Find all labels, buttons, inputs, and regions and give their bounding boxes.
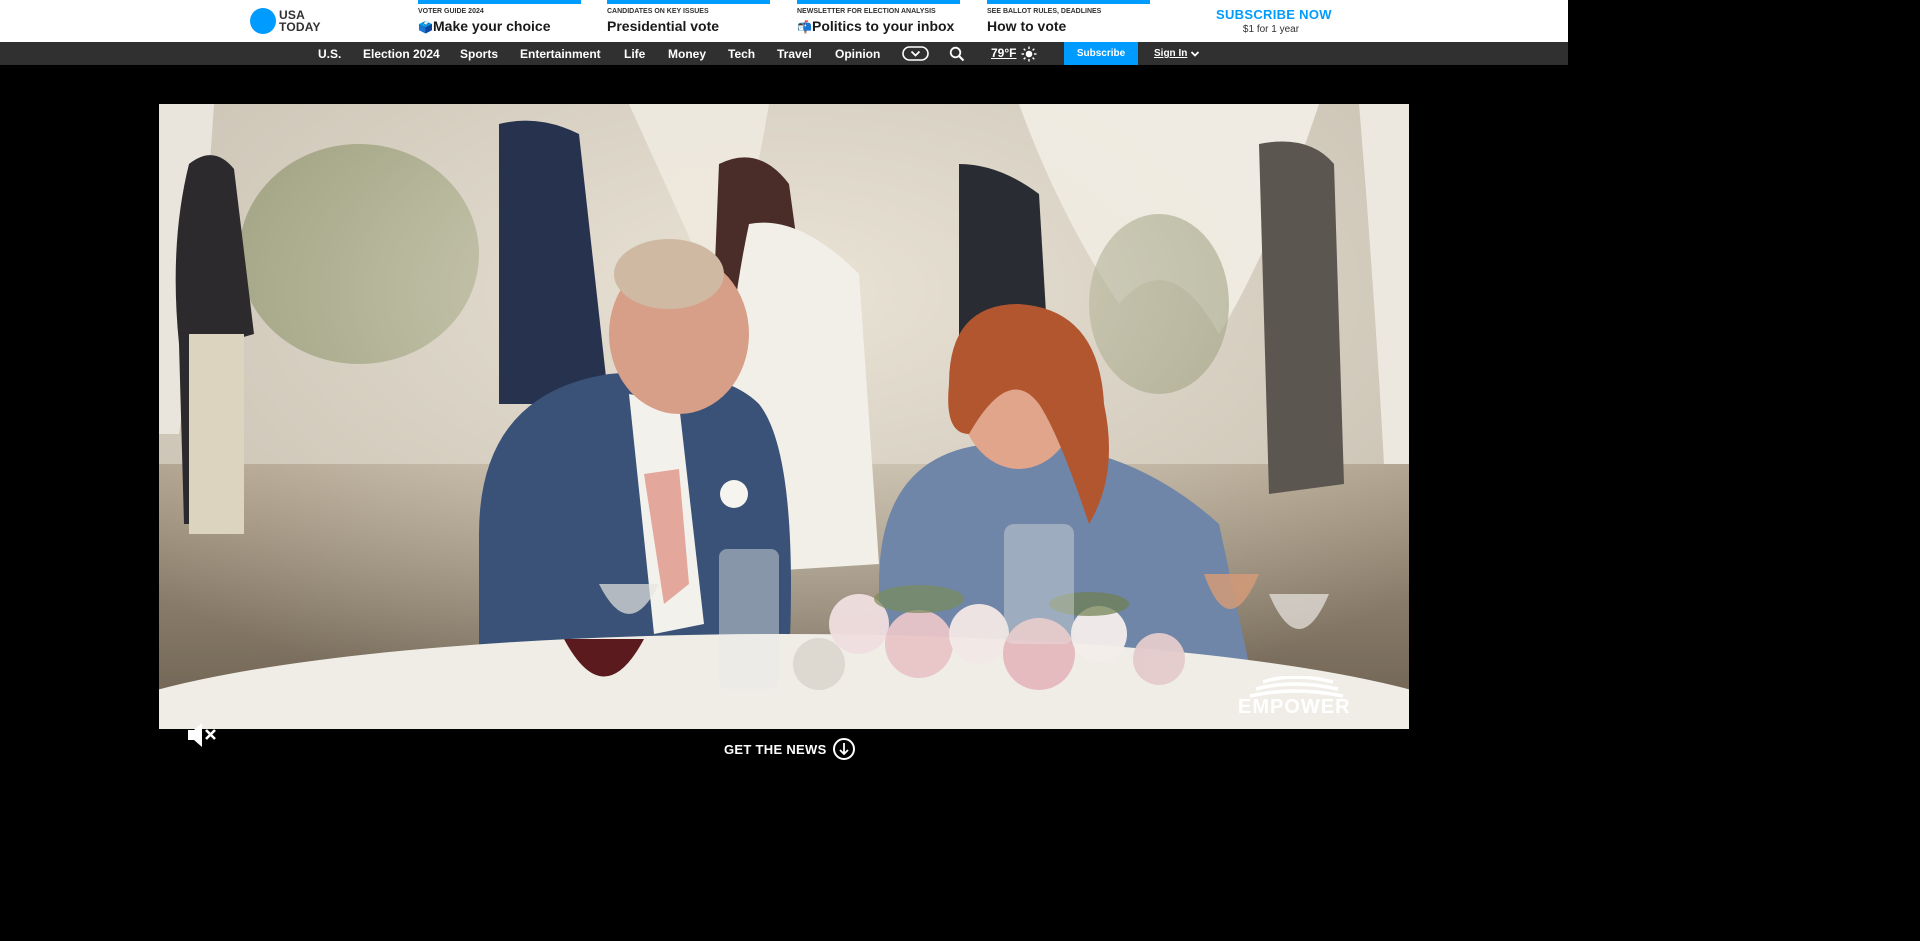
nav-item-sports[interactable]: Sports [460,47,498,61]
promo-headline: Politics to your inbox [812,18,955,34]
video-player[interactable] [159,104,1409,729]
promo-headline: Make your choice [433,18,551,34]
video-frame-illustration [159,104,1409,729]
sign-in-link[interactable]: Sign In [1154,48,1187,59]
promo-kicker: CANDIDATES ON KEY ISSUES [607,8,709,15]
sun-icon [1021,46,1037,62]
promo-how-to-vote[interactable]: SEE BALLOT RULES, DEADLINES How to vote [987,0,1150,42]
top-promo-bar: USA TODAY VOTER GUIDE 2024 🗳️Make your c… [0,0,1568,42]
get-the-news-button[interactable]: GET THE NEWS [724,738,855,760]
chevron-down-icon[interactable] [1190,50,1200,58]
logo-line-2: TODAY [279,20,321,34]
subscribe-now-link[interactable]: SUBSCRIBE NOW $1 for 1 year [1216,7,1332,35]
logo-dot-icon [250,8,276,34]
promo-accent-bar [418,0,581,4]
promo-kicker: VOTER GUIDE 2024 [418,8,484,15]
promo-accent-bar [987,0,1150,4]
nav-item-election-2024[interactable]: Election 2024 [363,47,440,61]
promo-newsletter[interactable]: NEWSLETTER FOR ELECTION ANALYSIS 📬Politi… [797,0,960,42]
more-sections-icon[interactable] [902,46,929,61]
promo-kicker: NEWSLETTER FOR ELECTION ANALYSIS [797,8,936,15]
promo-accent-bar [797,0,960,4]
advertiser-logo: EMPOWER [1238,675,1350,718]
nav-item-tech[interactable]: Tech [728,47,755,61]
weather-temperature[interactable]: 79°F [991,46,1016,60]
promo-accent-bar [607,0,770,4]
main-nav: U.S. Election 2024 Sports Entertainment … [0,42,1568,65]
nav-item-us[interactable]: U.S. [318,47,341,61]
nav-item-travel[interactable]: Travel [777,47,812,61]
subscribe-now-subtitle: $1 for 1 year [1242,24,1300,35]
subscribe-now-title: SUBSCRIBE NOW [1216,7,1332,22]
nav-item-life[interactable]: Life [624,47,645,61]
mailbox-icon: 📬 [797,20,812,34]
advertiser-logo-text: EMPOWER [1238,696,1351,718]
arrow-down-circle-icon [832,738,855,760]
promo-headline: How to vote [987,18,1067,34]
nav-item-entertainment[interactable]: Entertainment [520,47,601,61]
promo-headline: Presidential vote [607,18,720,34]
usa-today-logo[interactable]: USA TODAY [250,8,321,34]
get-the-news-label: GET THE NEWS [724,741,827,757]
search-icon[interactable] [949,46,965,62]
ballot-box-icon: 🗳️ [418,20,433,34]
nav-item-opinion[interactable]: Opinion [835,47,880,61]
speaker-muted-icon[interactable] [186,720,218,750]
subscribe-button[interactable]: Subscribe [1064,42,1138,65]
promo-voter-guide[interactable]: VOTER GUIDE 2024 🗳️Make your choice [418,0,581,42]
promo-kicker: SEE BALLOT RULES, DEADLINES [987,8,1102,15]
nav-item-money[interactable]: Money [668,47,706,61]
promo-candidates[interactable]: CANDIDATES ON KEY ISSUES Presidential vo… [607,0,770,42]
